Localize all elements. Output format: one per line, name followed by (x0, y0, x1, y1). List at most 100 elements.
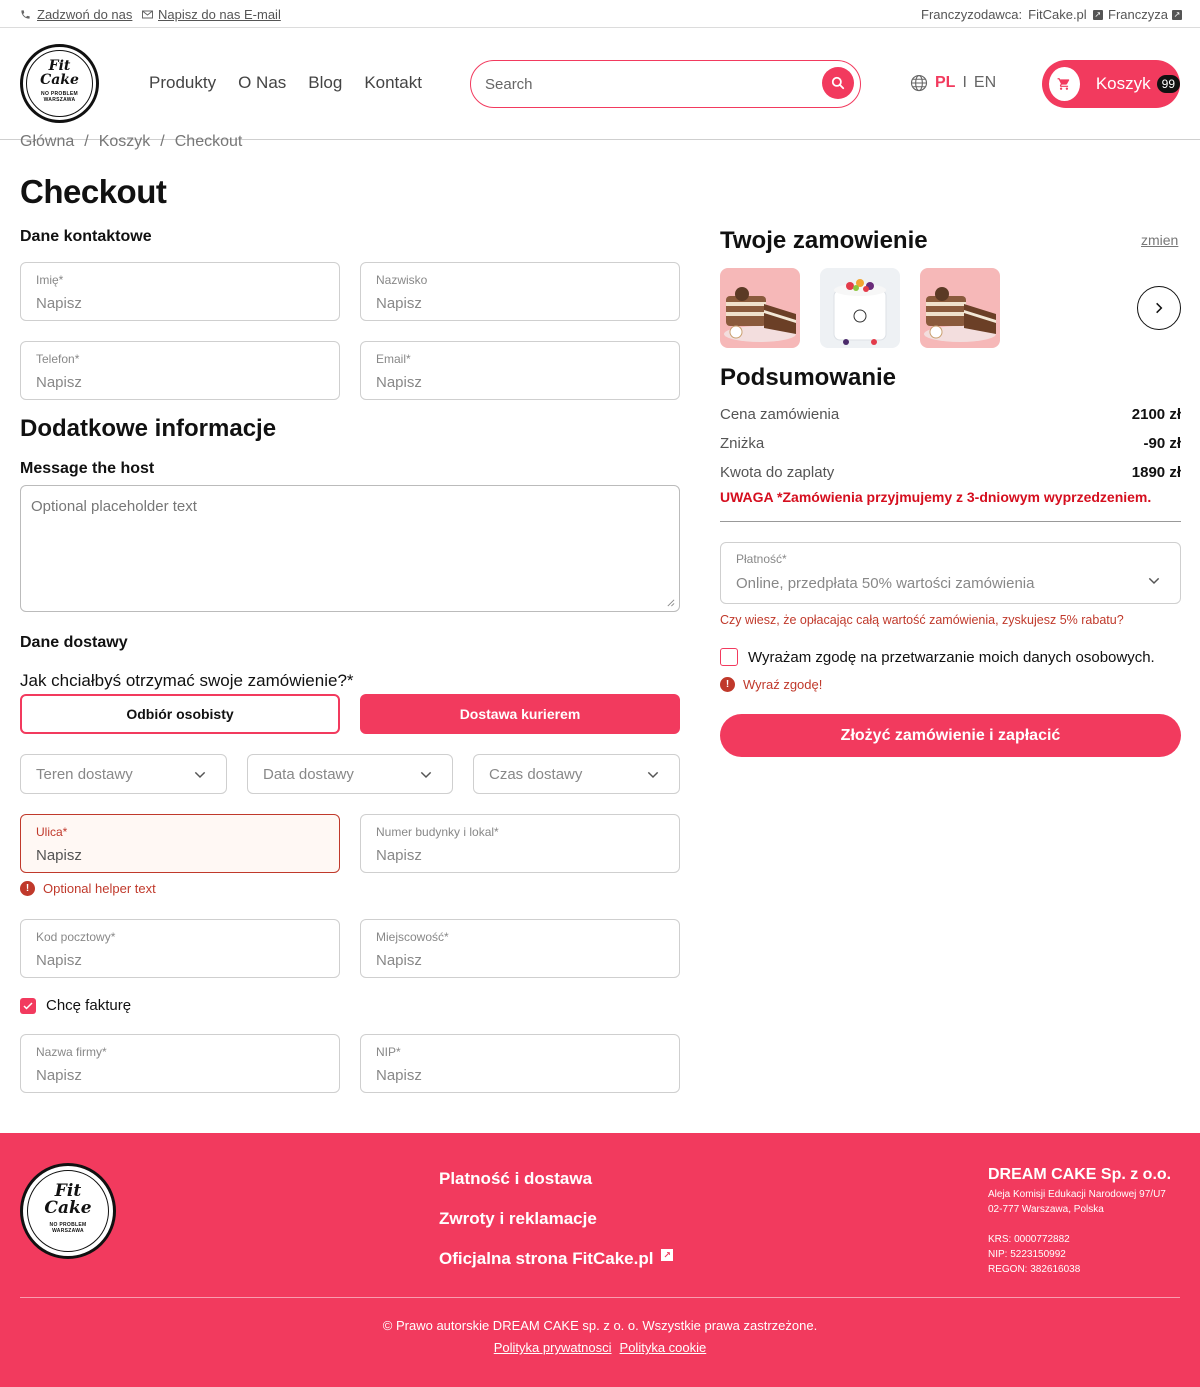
first-name-label: Imię* (36, 273, 64, 287)
mail-icon (142, 10, 153, 19)
error-icon: ! (20, 881, 35, 896)
phone-placeholder: Napisz (36, 374, 82, 391)
message-textarea[interactable]: Optional placeholder text (20, 485, 680, 612)
cake-slice-image (720, 268, 800, 348)
search-input[interactable] (485, 73, 815, 95)
email-link-label: Napisz do nas E-mail (158, 7, 281, 22)
lang-pl[interactable]: PL (935, 74, 955, 92)
email-link[interactable]: Napisz do nas E-mail (142, 7, 281, 22)
lang-en[interactable]: EN (974, 74, 996, 92)
copyright: © Prawo autorskie DREAM CAKE sp. z o. o.… (382, 1318, 818, 1333)
city-field[interactable]: Miejscowość* Napisz (360, 919, 680, 978)
phone-field[interactable]: Telefon* Napisz (20, 341, 340, 400)
street-label: Ulica* (36, 825, 68, 839)
last-name-label: Nazwisko (376, 273, 428, 287)
street-field[interactable]: Ulica* Napisz (20, 814, 340, 873)
last-name-field[interactable]: Nazwisko Napisz (360, 262, 680, 321)
franchisor-link[interactable]: FitCake.pl (1028, 7, 1087, 22)
delivery-area-select[interactable]: Teren dostawy (20, 754, 227, 794)
email-field[interactable]: Email* Napisz (360, 341, 680, 400)
delivery-date-select[interactable]: Data dostawy (247, 754, 453, 794)
breadcrumb-home[interactable]: Główna (20, 133, 74, 151)
building-field[interactable]: Numer budynky i lokal* Napisz (360, 814, 680, 873)
order-heading: Twoje zamowienie (720, 227, 928, 254)
change-order-link[interactable]: zmien (1141, 232, 1178, 248)
order-thumbnail[interactable] (920, 268, 1000, 348)
email-label: Email* (376, 352, 411, 366)
resize-handle-icon[interactable] (666, 598, 675, 607)
cart-count-badge: 99 (1156, 75, 1180, 93)
company-name-label: Nazwa firmy* (36, 1045, 107, 1059)
footer-link-official[interactable]: Oficjalna strona FitCake.pl ↗ (439, 1249, 674, 1268)
chevron-right-icon (1156, 302, 1163, 314)
call-link[interactable]: Zadzwoń do nas (20, 7, 132, 22)
postal-code-label: Kod pocztowy* (36, 930, 116, 944)
nip-placeholder: Napisz (376, 1067, 422, 1084)
order-thumbnail[interactable] (820, 268, 900, 348)
divider (720, 521, 1181, 522)
franchise-label: Franczyza (1108, 7, 1168, 22)
nip-field[interactable]: NIP* Napisz (360, 1034, 680, 1093)
summary-value: -90 zł (1143, 435, 1181, 452)
consent-checkbox[interactable]: Wyrażam zgodę na przetwarzanie moich dan… (720, 648, 1155, 666)
search-box (470, 60, 861, 108)
search-button[interactable] (822, 67, 854, 99)
pickup-button[interactable]: Odbiór osobisty (20, 694, 340, 734)
cookie-policy-link[interactable]: Polityka cookie (620, 1340, 707, 1355)
city-label: Miejscowość* (376, 930, 449, 944)
lang-separator: I (962, 74, 967, 91)
delivery-time-select[interactable]: Czas dostawy (473, 754, 680, 794)
nav-item-blog[interactable]: Blog (308, 73, 342, 93)
page-title: Checkout (20, 173, 167, 210)
full-payment-promo: Czy wiesz, że opłacając całą wartość zam… (720, 613, 1124, 627)
footer-logo[interactable]: Fit Cake NO PROBLEM WARSZAWA (20, 1163, 116, 1259)
top-bar: Zadzwoń do nas Napisz do nas E-mail Fran… (0, 0, 1200, 28)
summary-heading: Podsumowanie (720, 364, 897, 391)
payment-select[interactable]: Płatność* Online, przedpłata 50% wartośc… (720, 542, 1181, 604)
privacy-policy-link[interactable]: Polityka prywatnosci (494, 1340, 612, 1355)
breadcrumb-cart[interactable]: Koszyk (99, 133, 151, 151)
cart-icon (1058, 78, 1070, 90)
consent-error: ! Wyraź zgodę! (720, 677, 822, 692)
summary-row-price: Cena zamówienia 2100 zł (720, 406, 1181, 423)
invoice-label: Chcę fakturę (46, 997, 132, 1014)
company-name: DREAM CAKE Sp. z o.o. (988, 1166, 1172, 1183)
delivery-heading: Dane dostawy (20, 634, 128, 651)
payment-value: Online, przedpłata 50% wartości zamówien… (736, 575, 1035, 592)
order-thumbnail[interactable] (720, 268, 800, 348)
first-name-field[interactable]: Imię* Napisz (20, 262, 340, 321)
site-header: Fit Cake NO PROBLEM WARSZAWA Produkty O N… (0, 28, 1200, 140)
postal-code-placeholder: Napisz (36, 952, 82, 969)
footer-link-payment[interactable]: Platność i dostawa (439, 1169, 673, 1188)
summary-value: 2100 zł (1131, 406, 1181, 423)
thumbnails-next-button[interactable] (1137, 286, 1181, 330)
postal-code-field[interactable]: Kod pocztowy* Napisz (20, 919, 340, 978)
extra-heading: Dodatkowe informacje (20, 415, 277, 442)
footer-link-returns[interactable]: Zwroty i reklamacje (439, 1209, 673, 1228)
summary-row-total: Kwota do zaplaty 1890 zł (720, 464, 1181, 481)
summary-label: Zniżka (720, 435, 765, 452)
logo[interactable]: Fit Cake NO PROBLEM WARSZAWA (20, 44, 99, 123)
company-name-field[interactable]: Nazwa firmy* Napisz (20, 1034, 340, 1093)
external-link-icon: ↗ (1171, 9, 1182, 20)
invoice-checkbox[interactable]: Chcę fakturę (20, 997, 131, 1014)
nav-item-o-nas[interactable]: O Nas (238, 73, 286, 93)
courier-button[interactable]: Dostawa kurierem (360, 694, 680, 734)
franchise-link[interactable]: Franczyza ↗ (1108, 7, 1182, 22)
footer-divider (20, 1297, 1180, 1298)
building-placeholder: Napisz (376, 847, 422, 864)
nav-item-produkty[interactable]: Produkty (149, 73, 216, 93)
footer-links: Platność i dostawa Zwroty i reklamacje O… (439, 1169, 674, 1268)
nav-item-kontakt[interactable]: Kontakt (364, 73, 422, 93)
contact-heading: Dane kontaktowe (20, 228, 152, 245)
submit-order-button[interactable]: Złożyć zamówienie i zapłacić (720, 714, 1181, 757)
company-info: DREAM CAKE Sp. z o.o. Aleja Komisji Eduk… (988, 1166, 1171, 1277)
city-placeholder: Napisz (376, 952, 422, 969)
message-label: Message the host (20, 460, 155, 477)
street-placeholder: Napisz (36, 847, 82, 864)
consent-label: Wyrażam zgodę na przetwarzanie moich dan… (748, 648, 1155, 666)
cart-button[interactable]: Koszyk 99 (1042, 60, 1180, 108)
checkbox-empty-icon (720, 648, 738, 666)
cake-slice-image (920, 268, 1000, 348)
phone-icon (21, 10, 30, 19)
